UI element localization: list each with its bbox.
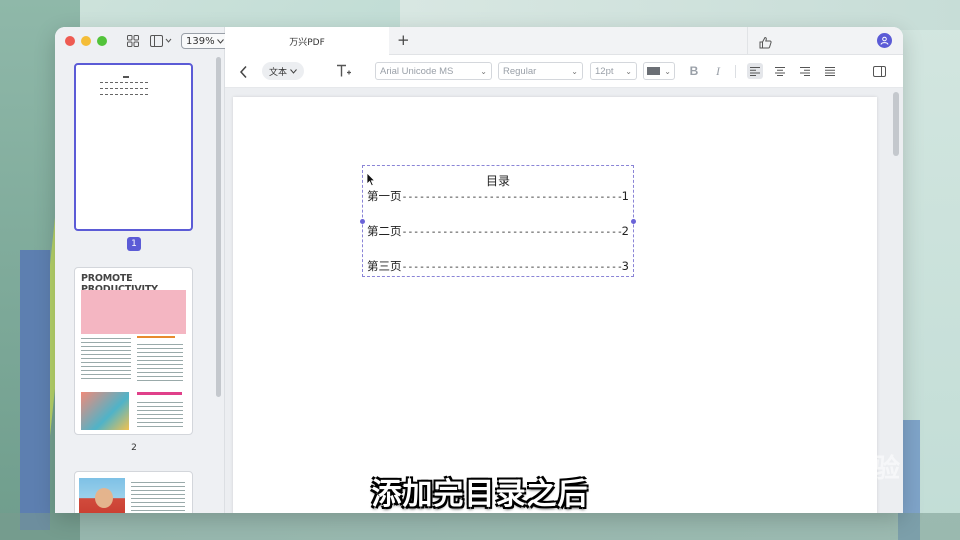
toc-entry[interactable]: 第三页 ------------------------------------… bbox=[367, 258, 629, 274]
thumb-toc-title bbox=[123, 76, 129, 78]
right-panel-toggle-button[interactable] bbox=[871, 63, 887, 79]
chevron-down-icon: ⌄ bbox=[571, 66, 578, 76]
tab-bar: 万兴PDF + bbox=[225, 27, 903, 55]
grid-view-icon[interactable] bbox=[125, 33, 141, 49]
edit-mode-select[interactable]: 文本 bbox=[262, 62, 305, 80]
watermark-url: jingyan.baidu.com bbox=[738, 496, 851, 512]
font-family-value: Arial Unicode MS bbox=[380, 65, 454, 77]
toc-entry-label: 第二页 bbox=[367, 224, 402, 238]
right-panel-icon bbox=[872, 65, 886, 77]
thumb-toc-line bbox=[100, 94, 148, 95]
toc-entry[interactable]: 第二页 ------------------------------------… bbox=[367, 223, 629, 239]
thumb-image bbox=[81, 392, 129, 430]
font-style-value: Regular bbox=[503, 65, 537, 77]
thumb-subheading bbox=[137, 336, 175, 338]
chevron-left-icon bbox=[239, 65, 247, 79]
add-tab-button[interactable]: + bbox=[397, 33, 410, 48]
italic-button[interactable]: I bbox=[710, 63, 726, 79]
watermark-logo-text: Bai du bbox=[734, 440, 845, 482]
zoom-value: 139% bbox=[186, 35, 215, 47]
align-center-icon bbox=[775, 66, 785, 76]
color-swatch bbox=[647, 67, 660, 75]
thumb-toc-line bbox=[100, 82, 148, 83]
mouse-cursor-icon bbox=[366, 172, 376, 191]
bold-button[interactable]: B bbox=[686, 63, 702, 79]
user-avatar-icon[interactable] bbox=[877, 33, 892, 48]
align-justify-button[interactable] bbox=[822, 63, 838, 79]
back-button[interactable] bbox=[239, 64, 249, 83]
sidebar-scrollbar[interactable] bbox=[216, 57, 221, 397]
close-window-button[interactable] bbox=[65, 36, 75, 46]
toc-entry-page: 2 bbox=[621, 224, 629, 238]
chevron-down-icon: ⌄ bbox=[664, 66, 671, 76]
chevron-down-icon bbox=[216, 38, 224, 44]
tab-title: 万兴PDF bbox=[289, 37, 325, 48]
font-size-select[interactable]: 12pt ⌄ bbox=[590, 62, 637, 80]
thumb-text-block bbox=[137, 344, 183, 384]
page-thumbnail-sidebar: 139% 1 PROMOTE PRODUCTIVITY 2 bbox=[55, 27, 229, 513]
edit-mode-label: 文本 bbox=[269, 67, 288, 78]
page-thumbnail-2[interactable]: PROMOTE PRODUCTIVITY bbox=[74, 267, 193, 435]
thumb-text-block bbox=[81, 338, 131, 382]
thumb-text-block bbox=[137, 402, 183, 430]
toc-entry-page: 1 bbox=[621, 189, 629, 203]
align-right-button[interactable] bbox=[797, 63, 813, 79]
tab-divider bbox=[747, 27, 748, 55]
toc-text-box[interactable]: 目录 第一页 ---------------------------------… bbox=[360, 165, 636, 277]
font-family-select[interactable]: Arial Unicode MS ⌄ bbox=[375, 62, 492, 80]
toc-leader: ----------------------------------------… bbox=[401, 262, 622, 273]
watermark-cn-text: 经验 bbox=[848, 454, 901, 484]
toc-entry[interactable]: 第一页 ------------------------------------… bbox=[367, 188, 629, 204]
thumbs-up-icon[interactable] bbox=[759, 34, 772, 53]
page-number-badge-1: 1 bbox=[127, 237, 141, 251]
zoom-select[interactable]: 139% bbox=[181, 33, 229, 49]
toc-leader: ----------------------------------------… bbox=[401, 192, 622, 203]
align-right-icon bbox=[800, 66, 810, 76]
text-edit-toolbar: 文本 Arial Unicode MS ⌄ Regular ⌄ 12pt ⌄ ⌄ B … bbox=[225, 55, 903, 88]
chevron-down-icon bbox=[290, 68, 297, 74]
align-left-icon bbox=[750, 66, 760, 76]
thumb-subheading bbox=[137, 392, 182, 395]
baidu-watermark: Bai du 经验 jingyan.baidu.com bbox=[728, 436, 928, 526]
sidebar-panel-icon[interactable] bbox=[149, 33, 173, 49]
sidebar-tools: 139% bbox=[125, 33, 229, 49]
background-top bbox=[400, 0, 960, 30]
font-color-select[interactable]: ⌄ bbox=[643, 62, 675, 80]
align-center-button[interactable] bbox=[772, 63, 788, 79]
maximize-window-button[interactable] bbox=[97, 36, 107, 46]
font-size-value: 12pt bbox=[595, 65, 614, 77]
resize-handle-right[interactable] bbox=[631, 219, 636, 224]
toc-title[interactable]: 目录 bbox=[363, 172, 633, 189]
document-scrollbar[interactable] bbox=[893, 92, 899, 156]
window-controls bbox=[65, 36, 107, 46]
resize-handle-left[interactable] bbox=[360, 219, 365, 224]
add-text-icon[interactable] bbox=[336, 63, 352, 82]
page-number-badge-2: 2 bbox=[131, 443, 137, 453]
chevron-down-icon: ⌄ bbox=[480, 66, 487, 76]
chevron-down-icon: ⌄ bbox=[625, 66, 632, 76]
page-thumbnail-1[interactable] bbox=[74, 63, 193, 231]
minimize-window-button[interactable] bbox=[81, 36, 91, 46]
align-left-button[interactable] bbox=[747, 63, 763, 79]
toc-leader: ----------------------------------------… bbox=[401, 227, 622, 238]
toolbar-divider bbox=[735, 65, 736, 78]
toc-entry-page: 3 bbox=[621, 259, 629, 273]
thumb-toc-line bbox=[100, 88, 148, 89]
align-justify-icon bbox=[825, 66, 835, 76]
font-style-select[interactable]: Regular ⌄ bbox=[498, 62, 583, 80]
toc-entry-label: 第三页 bbox=[367, 259, 402, 273]
tab-document[interactable]: 万兴PDF bbox=[225, 27, 389, 55]
thumb-image bbox=[81, 290, 186, 334]
